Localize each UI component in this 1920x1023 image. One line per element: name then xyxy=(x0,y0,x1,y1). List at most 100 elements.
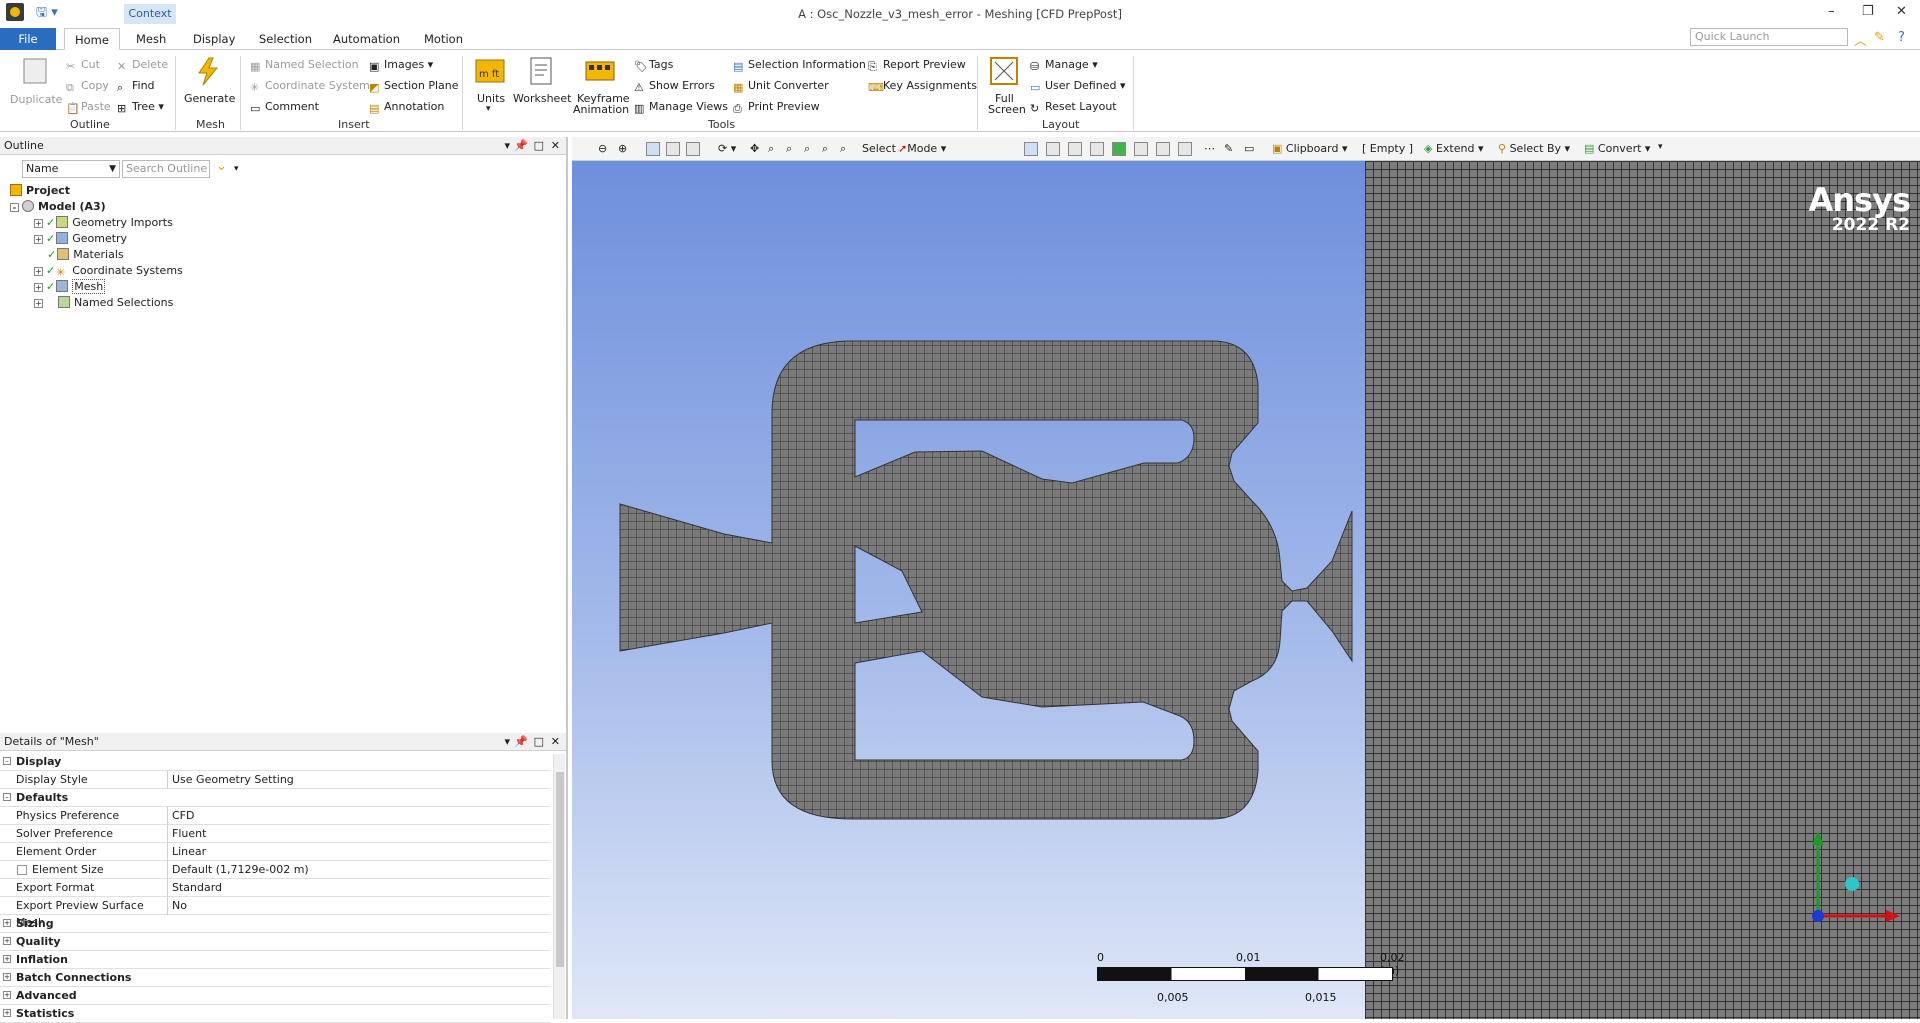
units-button[interactable]: Units xyxy=(477,92,505,105)
zoom-out-icon[interactable]: ⊖ xyxy=(598,142,607,155)
maximize-icon[interactable]: □ xyxy=(534,137,544,155)
tree-item-named-selections[interactable]: + Named Selections xyxy=(34,296,173,309)
axis-triad[interactable] xyxy=(1802,821,1912,931)
comment-button[interactable]: ▭ Comment xyxy=(250,100,319,115)
restore-icon[interactable]: ❐ xyxy=(1862,4,1874,19)
property-row[interactable]: Export Format Standard xyxy=(0,879,550,897)
worksheet-button[interactable]: Worksheet xyxy=(513,92,571,105)
tab-mesh[interactable]: Mesh xyxy=(126,28,176,50)
paste-button[interactable]: 📋Paste xyxy=(66,100,111,115)
select-vertex-icon[interactable] xyxy=(1024,142,1038,156)
box-zoom-icon[interactable]: ⌕ xyxy=(786,142,792,156)
select-body-icon[interactable] xyxy=(1090,142,1104,156)
select-mesh-icon[interactable] xyxy=(1178,142,1192,156)
print-preview-button[interactable]: ⎙ Print Preview xyxy=(733,100,820,115)
pin-icon[interactable]: 📌 xyxy=(514,137,528,155)
maximize-icon[interactable]: □ xyxy=(534,733,544,751)
close-icon[interactable]: ✕ xyxy=(551,137,560,155)
quick-launch-input[interactable]: Quick Launch xyxy=(1690,28,1848,46)
expand-icon[interactable]: + xyxy=(3,955,11,963)
section-quality[interactable]: + Quality xyxy=(0,933,550,951)
property-row[interactable]: Export Preview Surface Mesh No xyxy=(0,897,550,929)
minimize-icon[interactable]: – xyxy=(1828,4,1835,19)
unit-converter-button[interactable]: ▦ Unit Converter xyxy=(733,79,829,94)
collapse-icon[interactable]: – xyxy=(3,757,11,765)
tree-item-materials[interactable]: ✓ Materials xyxy=(47,248,124,261)
expand-icon[interactable]: + xyxy=(3,1009,11,1017)
help-icon[interactable]: ? xyxy=(1898,30,1905,45)
details-scrollbar[interactable] xyxy=(553,754,565,1019)
select-face-icon[interactable] xyxy=(1068,142,1082,156)
collapse-icon[interactable]: – xyxy=(3,793,11,801)
annotation-button[interactable]: ▤ Annotation xyxy=(369,100,444,115)
pan-icon[interactable]: ✥ xyxy=(750,142,759,155)
tree-item-geometry-imports[interactable]: + ✓ Geometry Imports xyxy=(34,216,173,229)
select-by-button[interactable]: ⚲ Select By ▾ xyxy=(1498,142,1570,155)
key-assignments-button[interactable]: ⌨Key Assignments xyxy=(868,79,977,94)
select-element-icon[interactable] xyxy=(1156,142,1170,156)
zoom-fit-icon[interactable]: ⌕ xyxy=(804,142,810,156)
close-icon[interactable]: ✕ xyxy=(551,733,560,751)
nozzle-mesh-geometry[interactable] xyxy=(572,161,1365,1019)
box-select-icon[interactable]: ▭ xyxy=(1244,142,1254,155)
select-edge-icon[interactable] xyxy=(1046,142,1060,156)
tab-file[interactable]: File xyxy=(0,28,56,50)
tree-item-coordinate-systems[interactable]: + ✓✳ Coordinate Systems xyxy=(34,264,183,279)
selection-information-button[interactable]: ▤ Selection Information xyxy=(733,58,866,73)
tags-button[interactable]: 🏷Tags xyxy=(634,58,673,73)
mode-button[interactable]: ➚Mode ▾ xyxy=(898,142,946,155)
section-advanced[interactable]: + Advanced xyxy=(0,987,550,1005)
rotate-icon[interactable]: ⟳ ▾ xyxy=(718,142,736,155)
filter-icon[interactable]: ⌄ xyxy=(216,159,227,174)
property-row[interactable]: Display Style Use Geometry Setting xyxy=(0,771,550,789)
screen-label[interactable]: Screen xyxy=(988,103,1026,116)
chevron-down-icon[interactable]: ▾ xyxy=(504,733,510,751)
expand-icon[interactable]: + xyxy=(3,991,11,999)
cut-button[interactable]: ✂ Cut xyxy=(66,58,100,73)
delete-button[interactable]: ✕ Delete xyxy=(117,58,168,73)
chevron-down-icon[interactable]: ▾ xyxy=(234,164,239,174)
chevron-up-icon[interactable]: ︿ xyxy=(1854,30,1867,49)
property-row[interactable]: Solver Preference Fluent xyxy=(0,825,550,843)
tab-display[interactable]: Display xyxy=(183,28,245,50)
search-outline-input[interactable]: Search Outline xyxy=(122,160,210,178)
tree-item-project[interactable]: Project xyxy=(10,184,70,197)
select-element-face-icon[interactable] xyxy=(1134,142,1148,156)
manage-views-button[interactable]: ▥ Manage Views xyxy=(634,100,728,115)
expand-icon[interactable]: + xyxy=(34,235,43,244)
overflow-chevron-icon[interactable]: ▾ xyxy=(1658,142,1663,152)
section-display[interactable]: – Display xyxy=(0,753,550,771)
select-button[interactable]: Select xyxy=(862,142,896,155)
section-plane-button[interactable]: ◩ Section Plane xyxy=(369,79,459,94)
property-row[interactable]: Physics Preference CFD xyxy=(0,807,550,825)
magnifier-icon[interactable]: ⌕ xyxy=(840,142,846,156)
expand-icon[interactable]: + xyxy=(34,283,43,292)
find-button[interactable]: ⌕ Find xyxy=(117,79,155,94)
parameter-checkbox[interactable] xyxy=(17,865,27,875)
paint-select-icon[interactable]: ✎ xyxy=(1224,142,1233,155)
show-errors-button[interactable]: ⚠ Show Errors xyxy=(634,79,715,94)
zoom-to-fit-icon[interactable]: ⌕ xyxy=(822,142,828,156)
expand-icon[interactable]: + xyxy=(34,219,43,228)
shaded-icon[interactable] xyxy=(646,142,660,156)
feedback-icon[interactable]: ✎ xyxy=(1874,30,1885,45)
generate-button[interactable]: Generate xyxy=(184,92,235,105)
convert-button[interactable]: ▤ Convert ▾ xyxy=(1584,142,1650,155)
pin-icon[interactable]: 📌 xyxy=(514,733,528,751)
user-defined-button[interactable]: ▭ User Defined ▾ xyxy=(1030,79,1126,94)
select-node-icon[interactable] xyxy=(1112,142,1126,156)
section-defaults[interactable]: – Defaults xyxy=(0,789,550,807)
zoom-in-icon[interactable]: ⊕ xyxy=(618,142,627,155)
property-row[interactable]: Element Order Linear xyxy=(0,843,550,861)
tree-item-model[interactable]: – Model (A3) xyxy=(10,200,106,213)
zoom-icon[interactable]: ⌕ xyxy=(768,142,774,156)
tree-button[interactable]: ⊞ Tree ▾ xyxy=(117,100,164,115)
expand-icon[interactable]: + xyxy=(34,299,43,308)
named-selection-button[interactable]: ▦ Named Selection xyxy=(250,58,359,73)
section-inflation[interactable]: + Inflation xyxy=(0,951,550,969)
tree-item-mesh[interactable]: + ✓ Mesh xyxy=(34,279,106,294)
expand-icon[interactable]: + xyxy=(3,973,11,981)
tab-home[interactable]: Home xyxy=(64,28,120,50)
extend-button[interactable]: ◈ Extend ▾ xyxy=(1424,142,1484,155)
scrollbar-thumb[interactable] xyxy=(556,772,564,967)
